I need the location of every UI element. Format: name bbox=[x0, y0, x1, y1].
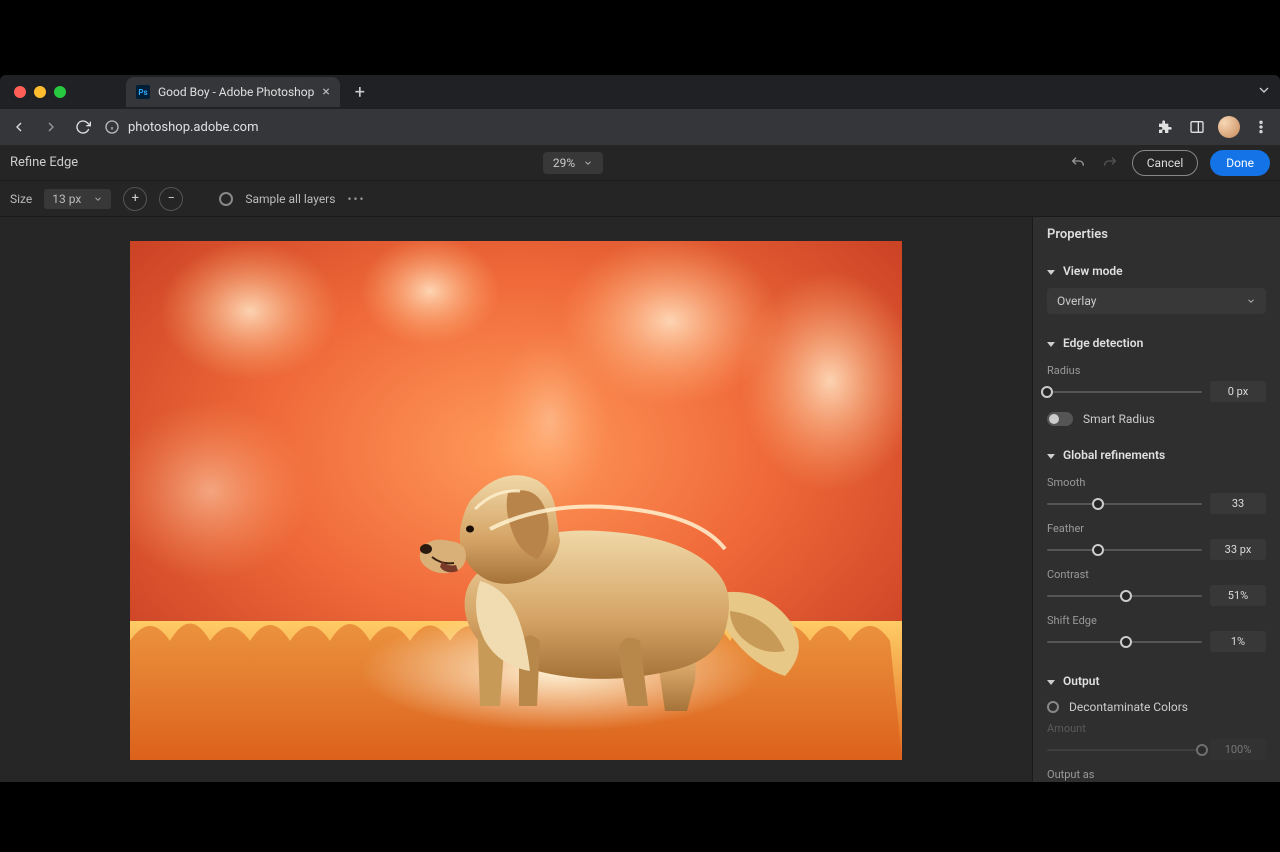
view-mode-dropdown[interactable]: Overlay bbox=[1047, 288, 1266, 314]
photoshop-favicon: Ps bbox=[136, 85, 150, 99]
chevron-down-icon bbox=[1246, 296, 1256, 306]
global-refinements-label: Global refinements bbox=[1063, 448, 1165, 462]
output-label: Output bbox=[1063, 674, 1099, 688]
sample-all-layers-label: Sample all layers bbox=[245, 192, 335, 206]
subtract-from-selection-button[interactable]: − bbox=[159, 187, 183, 211]
more-options-button[interactable]: ••• bbox=[347, 192, 365, 206]
window-controls bbox=[14, 86, 66, 98]
chevron-down-icon bbox=[1047, 336, 1057, 350]
address-bar[interactable]: photoshop.adobe.com bbox=[104, 119, 1144, 135]
maximize-window-button[interactable] bbox=[54, 86, 66, 98]
radius-slider[interactable] bbox=[1047, 391, 1202, 393]
size-value: 13 px bbox=[52, 192, 81, 206]
contrast-slider[interactable] bbox=[1047, 595, 1202, 597]
mode-title: Refine Edge bbox=[10, 155, 78, 170]
cancel-button[interactable]: Cancel bbox=[1132, 150, 1199, 176]
options-bar: Size 13 px + − Sample all layers ••• bbox=[0, 181, 1280, 217]
profile-avatar[interactable] bbox=[1218, 116, 1240, 138]
document-canvas[interactable] bbox=[130, 241, 902, 760]
tab-title: Good Boy - Adobe Photoshop bbox=[158, 85, 314, 99]
site-info-icon[interactable] bbox=[104, 119, 120, 135]
close-window-button[interactable] bbox=[14, 86, 26, 98]
amount-slider-thumb bbox=[1196, 744, 1208, 756]
smooth-slider-thumb[interactable] bbox=[1092, 498, 1104, 510]
contrast-label: Contrast bbox=[1047, 568, 1266, 581]
browser-tab[interactable]: Ps Good Boy - Adobe Photoshop × bbox=[126, 77, 340, 107]
forward-button[interactable] bbox=[40, 116, 62, 138]
side-panel-icon[interactable] bbox=[1186, 116, 1208, 138]
extensions-icon[interactable] bbox=[1154, 116, 1176, 138]
tab-overflow-icon[interactable] bbox=[1256, 82, 1272, 102]
shift-edge-slider[interactable] bbox=[1047, 641, 1202, 643]
amount-value: 100% bbox=[1210, 739, 1266, 760]
chevron-down-icon bbox=[1047, 674, 1057, 688]
feather-slider-thumb[interactable] bbox=[1092, 544, 1104, 556]
minimize-window-button[interactable] bbox=[34, 86, 46, 98]
add-to-selection-button[interactable]: + bbox=[123, 187, 147, 211]
smooth-label: Smooth bbox=[1047, 476, 1266, 489]
shift-edge-label: Shift Edge bbox=[1047, 614, 1266, 627]
global-refinements-section-header[interactable]: Global refinements bbox=[1047, 442, 1266, 468]
canvas-viewport[interactable] bbox=[0, 217, 1032, 782]
chevron-down-icon bbox=[1047, 448, 1057, 462]
zoom-dropdown[interactable]: 29% bbox=[543, 152, 603, 174]
contrast-value[interactable]: 51% bbox=[1210, 585, 1266, 606]
smooth-slider[interactable] bbox=[1047, 503, 1202, 505]
radius-slider-thumb[interactable] bbox=[1041, 386, 1053, 398]
output-as-label: Output as bbox=[1047, 768, 1266, 781]
amount-slider bbox=[1047, 749, 1202, 751]
sample-all-layers-radio[interactable] bbox=[219, 192, 233, 206]
chevron-down-icon bbox=[1047, 264, 1057, 278]
browser-toolbar: photoshop.adobe.com bbox=[0, 109, 1280, 145]
output-section-header[interactable]: Output bbox=[1047, 668, 1266, 694]
edge-detection-section-header[interactable]: Edge detection bbox=[1047, 330, 1266, 356]
radius-label: Radius bbox=[1047, 364, 1266, 377]
size-label: Size bbox=[10, 192, 32, 206]
reload-button[interactable] bbox=[72, 116, 94, 138]
properties-title: Properties bbox=[1033, 217, 1280, 252]
contrast-slider-thumb[interactable] bbox=[1120, 590, 1132, 602]
smart-radius-toggle[interactable] bbox=[1047, 412, 1073, 426]
feather-slider[interactable] bbox=[1047, 549, 1202, 551]
brush-size-input[interactable]: 13 px bbox=[44, 189, 111, 209]
properties-panel: Properties View mode Overlay Edge detect… bbox=[1032, 217, 1280, 782]
feather-label: Feather bbox=[1047, 522, 1266, 535]
zoom-value: 29% bbox=[553, 156, 575, 170]
radius-value[interactable]: 0 px bbox=[1210, 381, 1266, 402]
view-mode-section-header[interactable]: View mode bbox=[1047, 258, 1266, 284]
new-tab-button[interactable]: + bbox=[346, 78, 374, 106]
decontaminate-label: Decontaminate Colors bbox=[1069, 700, 1188, 714]
redo-button[interactable] bbox=[1100, 153, 1120, 173]
main-area: Properties View mode Overlay Edge detect… bbox=[0, 217, 1280, 782]
decontaminate-radio[interactable] bbox=[1047, 701, 1059, 713]
browser-menu-icon[interactable] bbox=[1250, 116, 1272, 138]
shift-edge-slider-thumb[interactable] bbox=[1120, 636, 1132, 648]
smooth-value[interactable]: 33 bbox=[1210, 493, 1266, 514]
smart-radius-label: Smart Radius bbox=[1083, 412, 1155, 426]
amount-label: Amount bbox=[1047, 722, 1266, 735]
view-mode-label: View mode bbox=[1063, 264, 1123, 278]
shift-edge-value[interactable]: 1% bbox=[1210, 631, 1266, 652]
edge-detection-label: Edge detection bbox=[1063, 336, 1143, 350]
app-header: Refine Edge 29% Cancel Done bbox=[0, 145, 1280, 181]
back-button[interactable] bbox=[8, 116, 30, 138]
url-host: photoshop.adobe.com bbox=[128, 120, 258, 135]
chevron-down-icon bbox=[93, 194, 103, 204]
decontaminate-colors-option[interactable]: Decontaminate Colors bbox=[1047, 700, 1266, 714]
done-button[interactable]: Done bbox=[1210, 150, 1270, 176]
browser-tabstrip: Ps Good Boy - Adobe Photoshop × + bbox=[0, 75, 1280, 109]
feather-value[interactable]: 33 px bbox=[1210, 539, 1266, 560]
browser-window: Ps Good Boy - Adobe Photoshop × + photos… bbox=[0, 75, 1280, 782]
chevron-down-icon bbox=[583, 158, 593, 168]
undo-button[interactable] bbox=[1068, 153, 1088, 173]
view-mode-value: Overlay bbox=[1057, 294, 1096, 308]
close-tab-icon[interactable]: × bbox=[322, 85, 329, 99]
